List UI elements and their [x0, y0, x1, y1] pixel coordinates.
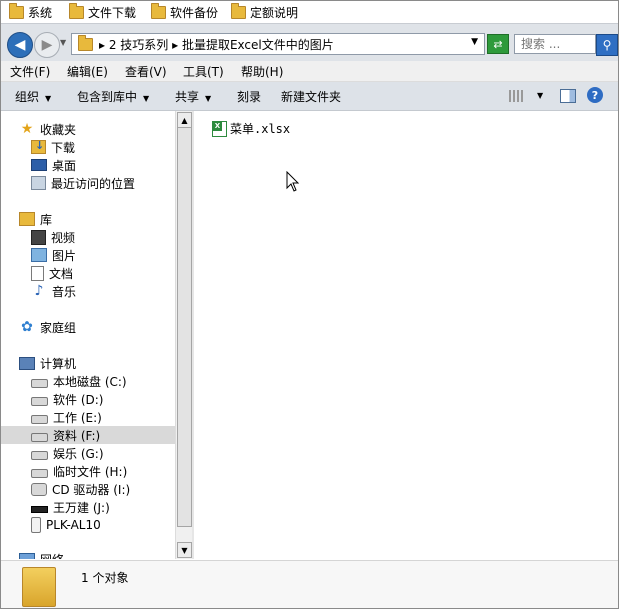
- scroll-thumb[interactable]: [177, 127, 192, 527]
- folder-icon: [22, 567, 56, 607]
- folder-icon: [9, 2, 24, 19]
- cd-drive-icon: [31, 482, 47, 496]
- item-count: 1 个对象: [81, 571, 129, 585]
- nav-drive-j[interactable]: 王万建 (J:): [31, 498, 110, 516]
- folder-icon: [231, 2, 246, 19]
- menu-edit[interactable]: 编辑(E): [67, 63, 108, 80]
- hard-drive-icon: [31, 397, 48, 406]
- scroll-up-icon[interactable]: ▲: [177, 112, 192, 128]
- new-folder-button[interactable]: 新建文件夹: [281, 88, 341, 105]
- menu-bar: 文件(F) 编辑(E) 查看(V) 工具(T) 帮助(H): [1, 61, 618, 82]
- burn-button[interactable]: 刻录: [237, 88, 261, 105]
- computer-icon: [19, 356, 35, 370]
- menu-view[interactable]: 查看(V): [125, 63, 167, 80]
- view-dropdown-icon[interactable]: ▼: [537, 91, 543, 100]
- history-dropdown-icon[interactable]: ▼: [60, 38, 66, 47]
- forward-button[interactable]: ▶: [34, 32, 60, 58]
- music-icon: ♪: [34, 283, 44, 299]
- folder-icon: [69, 2, 84, 19]
- file-item[interactable]: 菜单.xlsx: [212, 120, 290, 137]
- library-icon: [19, 212, 35, 226]
- address-bar[interactable]: ▸ 2 技巧系列 ▸ 批量提取Excel文件中的图片 ▼: [71, 33, 485, 55]
- nav-item-music[interactable]: ♪ 音乐: [31, 282, 76, 300]
- refresh-button[interactable]: ⇄: [487, 34, 509, 54]
- share-button[interactable]: 共享 ▼: [175, 88, 211, 105]
- view-options-icon[interactable]: [509, 90, 523, 102]
- nav-item-videos[interactable]: 视频: [31, 228, 75, 246]
- navigation-bar: ◀ ▶ ▼ ▸ 2 技巧系列 ▸ 批量提取Excel文件中的图片 ▼ ⇄ ⚲: [1, 23, 618, 62]
- nav-device-phone[interactable]: PLK-AL10: [31, 516, 101, 534]
- nav-drive-i[interactable]: CD 驱动器 (I:): [31, 480, 130, 498]
- video-icon: [31, 229, 46, 245]
- hard-drive-icon: [31, 379, 48, 388]
- organize-button[interactable]: 组织 ▼: [15, 88, 51, 105]
- star-icon: ★: [20, 121, 34, 137]
- fav-link-software-backup[interactable]: 软件备份: [151, 2, 218, 21]
- hard-drive-icon: [31, 451, 48, 460]
- removable-drive-icon: [31, 506, 48, 513]
- command-bar: 组织 ▼ 包含到库中 ▼ 共享 ▼ 刻录 新建文件夹 ▼ ?: [1, 82, 618, 111]
- file-list: 菜单.xlsx: [194, 111, 618, 559]
- refresh-icon: ⇄: [493, 37, 503, 51]
- nav-item-documents[interactable]: 文档: [31, 264, 73, 282]
- recent-places-icon: [31, 176, 46, 190]
- scroll-down-icon[interactable]: ▼: [177, 542, 192, 558]
- mouse-cursor-icon: [286, 171, 300, 192]
- fav-link-downloads[interactable]: 文件下载: [69, 2, 136, 21]
- menu-help[interactable]: 帮助(H): [241, 63, 283, 80]
- nav-item-downloads[interactable]: 下载: [31, 138, 75, 156]
- navigation-pane: ★收藏夹 下载 桌面 最近访问的位置 库 视频 图片 文档 ♪音乐 ✿家庭组 计…: [1, 111, 175, 559]
- navigation-scrollbar[interactable]: ▲ ▼: [175, 111, 192, 559]
- address-dropdown-icon[interactable]: ▼: [471, 37, 478, 47]
- network-icon: [19, 552, 35, 559]
- search-button[interactable]: ⚲: [596, 34, 618, 56]
- search-input[interactable]: [519, 36, 597, 52]
- preview-pane-icon[interactable]: [560, 89, 576, 103]
- homegroup-icon: ✿: [21, 319, 33, 335]
- help-icon[interactable]: ?: [587, 87, 603, 103]
- forward-arrow-icon: ▶: [41, 37, 53, 53]
- back-arrow-icon: ◀: [14, 37, 26, 53]
- fav-link-system[interactable]: 系统: [9, 2, 52, 21]
- pictures-icon: [31, 248, 47, 262]
- nav-homegroup[interactable]: ✿ 家庭组: [19, 318, 76, 336]
- chevron-down-icon: ▼: [205, 94, 212, 103]
- desktop-icon: [31, 159, 47, 171]
- hard-drive-icon: [31, 415, 48, 424]
- address-path[interactable]: ▸ 2 技巧系列 ▸ 批量提取Excel文件中的图片: [99, 36, 334, 53]
- nav-item-recent[interactable]: 最近访问的位置: [31, 174, 135, 192]
- folder-icon: [78, 34, 93, 51]
- nav-drive-c[interactable]: 本地磁盘 (C:): [31, 372, 127, 390]
- chevron-down-icon: ▼: [45, 94, 52, 103]
- nav-drive-d[interactable]: 软件 (D:): [31, 390, 103, 408]
- menu-file[interactable]: 文件(F): [10, 63, 50, 80]
- nav-drive-e[interactable]: 工作 (E:): [31, 408, 102, 426]
- search-box[interactable]: [514, 34, 597, 54]
- fav-link-quota-notes[interactable]: 定额说明: [231, 2, 298, 21]
- nav-drive-g[interactable]: 娱乐 (G:): [31, 444, 104, 462]
- hard-drive-icon: [31, 469, 48, 478]
- favorites-bar: 系统 文件下载 软件备份 定额说明: [1, 1, 618, 23]
- nav-favorites[interactable]: ★ 收藏夹: [19, 120, 76, 138]
- include-in-library-button[interactable]: 包含到库中 ▼: [77, 88, 149, 105]
- details-pane: 1 个对象: [1, 560, 618, 608]
- back-button[interactable]: ◀: [7, 32, 33, 58]
- nav-drive-h[interactable]: 临时文件 (H:): [31, 462, 127, 480]
- explorer-window: 系统 文件下载 软件备份 定额说明 ◀ ▶ ▼ ▸ 2 技巧系列 ▸ 批量提取E…: [0, 0, 619, 609]
- chevron-down-icon: ▼: [143, 94, 150, 103]
- nav-item-pictures[interactable]: 图片: [31, 246, 76, 264]
- nav-network[interactable]: 网络: [19, 550, 64, 559]
- folder-icon: [151, 2, 166, 19]
- nav-libraries[interactable]: 库: [19, 210, 52, 228]
- hard-drive-icon: [31, 433, 48, 442]
- documents-icon: [31, 265, 44, 281]
- excel-file-icon: [212, 120, 227, 137]
- downloads-folder-icon: [31, 139, 46, 154]
- menu-tools[interactable]: 工具(T): [183, 63, 224, 80]
- nav-item-desktop[interactable]: 桌面: [31, 156, 76, 174]
- phone-icon: [31, 517, 41, 533]
- search-icon: ⚲: [602, 38, 612, 52]
- nav-drive-f[interactable]: 资料 (F:): [1, 426, 175, 444]
- nav-computer[interactable]: 计算机: [19, 354, 76, 372]
